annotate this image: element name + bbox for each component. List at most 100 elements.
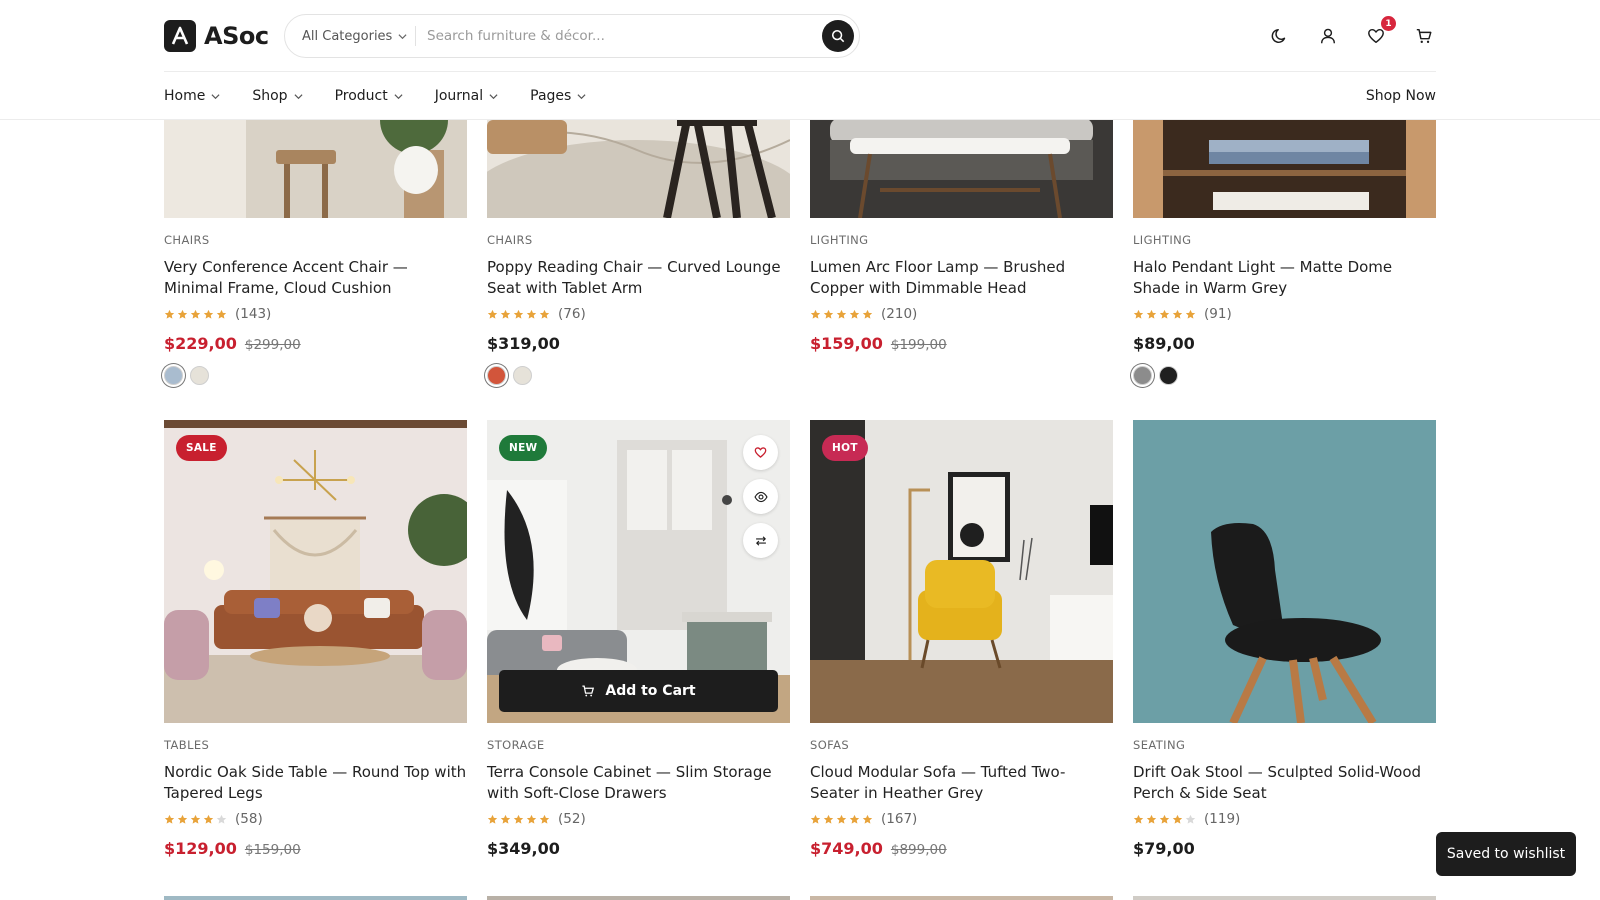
color-swatch[interactable] bbox=[1133, 366, 1152, 385]
product-category: LIGHTING bbox=[810, 233, 869, 247]
chevron-down-icon bbox=[211, 93, 220, 99]
theme-toggle-button[interactable] bbox=[1268, 24, 1292, 48]
nav-item-shop[interactable]: Shop bbox=[252, 88, 303, 104]
nav-item-label: Pages bbox=[530, 88, 572, 104]
product-rating: (52) bbox=[487, 811, 586, 827]
rating-stars bbox=[1133, 309, 1198, 320]
star-icon bbox=[539, 814, 550, 824]
star-icon bbox=[177, 814, 188, 824]
star-icon bbox=[526, 309, 537, 319]
brand-logo[interactable]: ASoc bbox=[164, 20, 269, 52]
star-icon bbox=[177, 309, 188, 319]
product-image[interactable]: HOT bbox=[810, 420, 1113, 723]
product-rating: (76) bbox=[487, 306, 586, 322]
chevron-down-icon bbox=[294, 93, 303, 99]
product-title[interactable]: Poppy Reading Chair — Curved Lounge Seat… bbox=[487, 257, 790, 299]
star-icon bbox=[164, 814, 175, 824]
review-count: (76) bbox=[558, 306, 586, 322]
shop-now-link[interactable]: Shop Now bbox=[1366, 72, 1436, 120]
compare-button[interactable] bbox=[743, 523, 778, 558]
search-button[interactable] bbox=[822, 20, 854, 52]
review-count: (52) bbox=[558, 811, 586, 827]
product-title[interactable]: Terra Console Cabinet — Slim Storage wit… bbox=[487, 762, 790, 804]
star-icon bbox=[823, 814, 834, 824]
product-price: $159,00 $199,00 bbox=[810, 334, 947, 353]
wishlist-button[interactable]: 1 bbox=[1364, 16, 1396, 48]
review-count: (210) bbox=[881, 306, 918, 322]
star-icon bbox=[849, 309, 860, 319]
current-price: $319,00 bbox=[487, 334, 560, 353]
product-rating: (58) bbox=[164, 811, 263, 827]
category-select-label: All Categories bbox=[302, 28, 393, 44]
star-icon bbox=[823, 309, 834, 319]
nav-item-label: Home bbox=[164, 88, 206, 104]
star-icon bbox=[836, 309, 847, 319]
product-price: $89,00 bbox=[1133, 334, 1195, 353]
star-icon bbox=[216, 814, 227, 824]
star-icon bbox=[862, 309, 873, 319]
product-title[interactable]: Lumen Arc Floor Lamp — Brushed Copper wi… bbox=[810, 257, 1113, 299]
rating-stars bbox=[487, 814, 552, 825]
star-icon bbox=[1185, 309, 1196, 319]
nav-item-home[interactable]: Home bbox=[164, 88, 220, 104]
nav-item-pages[interactable]: Pages bbox=[530, 88, 586, 104]
next-row-image-peek bbox=[810, 896, 1113, 900]
wishlist-toggle-button[interactable] bbox=[743, 435, 778, 470]
color-swatch[interactable] bbox=[513, 366, 532, 385]
color-swatches bbox=[1133, 366, 1185, 385]
product-title[interactable]: Very Conference Accent Chair — Minimal F… bbox=[164, 257, 467, 299]
chevron-down-icon bbox=[394, 93, 403, 99]
star-icon bbox=[1172, 814, 1183, 824]
product-rating: (143) bbox=[164, 306, 271, 322]
color-swatch[interactable] bbox=[164, 366, 183, 385]
star-icon bbox=[216, 309, 227, 319]
current-price: $229,00 bbox=[164, 334, 237, 353]
star-icon bbox=[190, 309, 201, 319]
rating-stars bbox=[1133, 814, 1198, 825]
account-button[interactable] bbox=[1316, 24, 1340, 48]
product-image[interactable] bbox=[1133, 420, 1436, 723]
nav-item-journal[interactable]: Journal bbox=[435, 88, 498, 104]
search-icon bbox=[831, 29, 845, 43]
product-category: STORAGE bbox=[487, 738, 545, 752]
star-icon bbox=[1133, 309, 1144, 319]
product-title[interactable]: Halo Pendant Light — Matte Dome Shade in… bbox=[1133, 257, 1436, 299]
product-category: SOFAS bbox=[810, 738, 850, 752]
star-icon bbox=[164, 309, 175, 319]
cart-button[interactable] bbox=[1412, 24, 1436, 48]
product-category: CHAIRS bbox=[487, 233, 533, 247]
search-input[interactable] bbox=[427, 22, 807, 50]
star-icon bbox=[1146, 814, 1157, 824]
product-title[interactable]: Cloud Modular Sofa — Tufted Two-Seater i… bbox=[810, 762, 1113, 804]
cart-icon bbox=[582, 685, 595, 697]
add-to-cart-button[interactable]: Add to Cart bbox=[499, 670, 778, 712]
chevron-down-icon bbox=[398, 33, 407, 39]
star-icon bbox=[810, 814, 821, 824]
rating-stars bbox=[487, 309, 552, 320]
sale-badge: SALE bbox=[176, 435, 227, 461]
color-swatch[interactable] bbox=[487, 366, 506, 385]
product-title[interactable]: Drift Oak Stool — Sculpted Solid-Wood Pe… bbox=[1133, 762, 1436, 804]
category-select[interactable]: All Categories bbox=[302, 15, 407, 57]
product-image[interactable]: SALE bbox=[164, 420, 467, 723]
nav-item-product[interactable]: Product bbox=[335, 88, 403, 104]
color-swatch[interactable] bbox=[1159, 366, 1178, 385]
star-icon bbox=[836, 814, 847, 824]
quick-view-button[interactable] bbox=[743, 479, 778, 514]
product-category: LIGHTING bbox=[1133, 233, 1192, 247]
top-bar: ASoc All Categories 1 bbox=[164, 0, 1436, 72]
next-row-image-peek bbox=[164, 896, 467, 900]
review-count: (119) bbox=[1204, 811, 1241, 827]
search-bar: All Categories bbox=[284, 14, 860, 58]
color-swatch[interactable] bbox=[190, 366, 209, 385]
nav-item-label: Journal bbox=[434, 88, 484, 104]
product-title[interactable]: Nordic Oak Side Table — Round Top with T… bbox=[164, 762, 467, 804]
product-rating: (167) bbox=[810, 811, 917, 827]
product-price: $749,00 $899,00 bbox=[810, 839, 947, 858]
current-price: $79,00 bbox=[1133, 839, 1195, 858]
star-icon bbox=[526, 814, 537, 824]
color-swatches bbox=[487, 366, 539, 385]
product-image[interactable]: NEW Add to Cart bbox=[487, 420, 790, 723]
rating-stars bbox=[164, 309, 229, 320]
logo-mark-icon bbox=[164, 20, 196, 52]
